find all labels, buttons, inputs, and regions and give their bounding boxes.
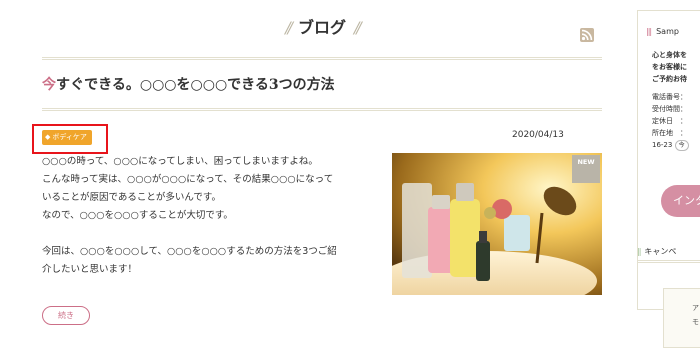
- excerpt-line: なので、○○○を○○○することが大切です。: [42, 210, 233, 221]
- hours-chip[interactable]: 今: [674, 140, 689, 151]
- campaign-card-text: ア モ: [692, 301, 699, 329]
- shop-details: 電話番号： 受付時間： 定休日 ： 所在地 ： 16-23 今: [652, 91, 689, 151]
- shop-intro-line: ご予約お待: [652, 75, 687, 83]
- new-badge-label: NEW: [577, 158, 595, 166]
- post-title-first-char: 今: [42, 77, 56, 93]
- page-title-text: ブログ: [297, 18, 346, 37]
- hours-value: 16-23: [652, 141, 673, 149]
- excerpt-line: 介したいと思います！: [42, 264, 138, 275]
- address-label: 所在地 ：: [652, 129, 687, 137]
- excerpt-line: こんな時って実は、○○○が○○○になって、その結果○○○になって: [42, 174, 334, 185]
- excerpt-line: いることが原因であることが多いんです。: [42, 192, 221, 203]
- title-bars-ornament: |||: [646, 27, 652, 36]
- post-thumbnail[interactable]: NEW: [392, 153, 602, 295]
- hours-label: 受付時間：: [652, 105, 687, 113]
- hours-row: 16-23 今: [652, 139, 689, 151]
- excerpt-line: 今回は、○○○を○○○して、○○○を○○○するための方法を3つご紹: [42, 246, 337, 257]
- campaign-divider: [637, 260, 700, 263]
- excerpt-blank-line: [42, 225, 382, 243]
- shop-intro-line: 心と身体を: [652, 51, 687, 59]
- title-left-ornament: //: [285, 18, 293, 37]
- post-date: 2020/04/13: [512, 130, 564, 140]
- post-title[interactable]: 今すぐできる。○○○を○○○できる3つの方法: [42, 74, 335, 94]
- campaign-card[interactable]: ア モ: [663, 288, 700, 348]
- main-content: //ブログ// 今すぐできる。○○○を○○○できる3つの方法 ◆ ボディケア 20…: [32, 0, 602, 340]
- shop-intro: 心と身体を をお客様に ご予約お待: [652, 49, 687, 85]
- campaign-card-line: モ: [692, 318, 699, 326]
- campaign-widget-title: || キャンペ: [637, 246, 676, 257]
- excerpt-line: ○○○の時って、○○○になってしまい、困ってしまいますよね。: [42, 156, 318, 167]
- shop-intro-line: をお客様に: [652, 63, 687, 71]
- new-badge: NEW: [572, 155, 600, 183]
- shop-widget-title: ||| Samp: [646, 27, 679, 36]
- campaign-title-text: キャンペ: [644, 247, 677, 256]
- title-bars-ornament: ||: [637, 247, 642, 256]
- category-label: ボディケア: [52, 133, 87, 141]
- shop-name: Samp: [656, 27, 679, 36]
- post-title-text: すぐできる。○○○を○○○できる3つの方法: [56, 77, 335, 93]
- instagram-button[interactable]: インタ: [661, 185, 700, 217]
- title-right-ornament: //: [354, 18, 362, 37]
- sidebar: ||| Samp 心と身体を をお客様に ご予約お待 電話番号： 受付時間： 定休…: [637, 10, 700, 348]
- tag-icon: ◆: [45, 133, 51, 141]
- post-title-divider: [42, 108, 602, 111]
- post-excerpt: ○○○の時って、○○○になってしまい、困ってしまいますよね。 こんな時って実は、…: [42, 153, 382, 279]
- shop-info-widget: ||| Samp 心と身体を をお客様に ご予約お待 電話番号： 受付時間： 定休…: [637, 10, 700, 310]
- phone-label: 電話番号：: [652, 93, 687, 101]
- category-tag[interactable]: ◆ ボディケア: [42, 130, 92, 145]
- rss-icon[interactable]: [580, 28, 594, 42]
- closed-day-label: 定休日 ：: [652, 117, 687, 125]
- heading-divider: [42, 57, 602, 60]
- campaign-card-line: ア: [692, 304, 699, 312]
- read-more-button[interactable]: 続き: [42, 306, 90, 325]
- page-title: //ブログ//: [42, 14, 602, 38]
